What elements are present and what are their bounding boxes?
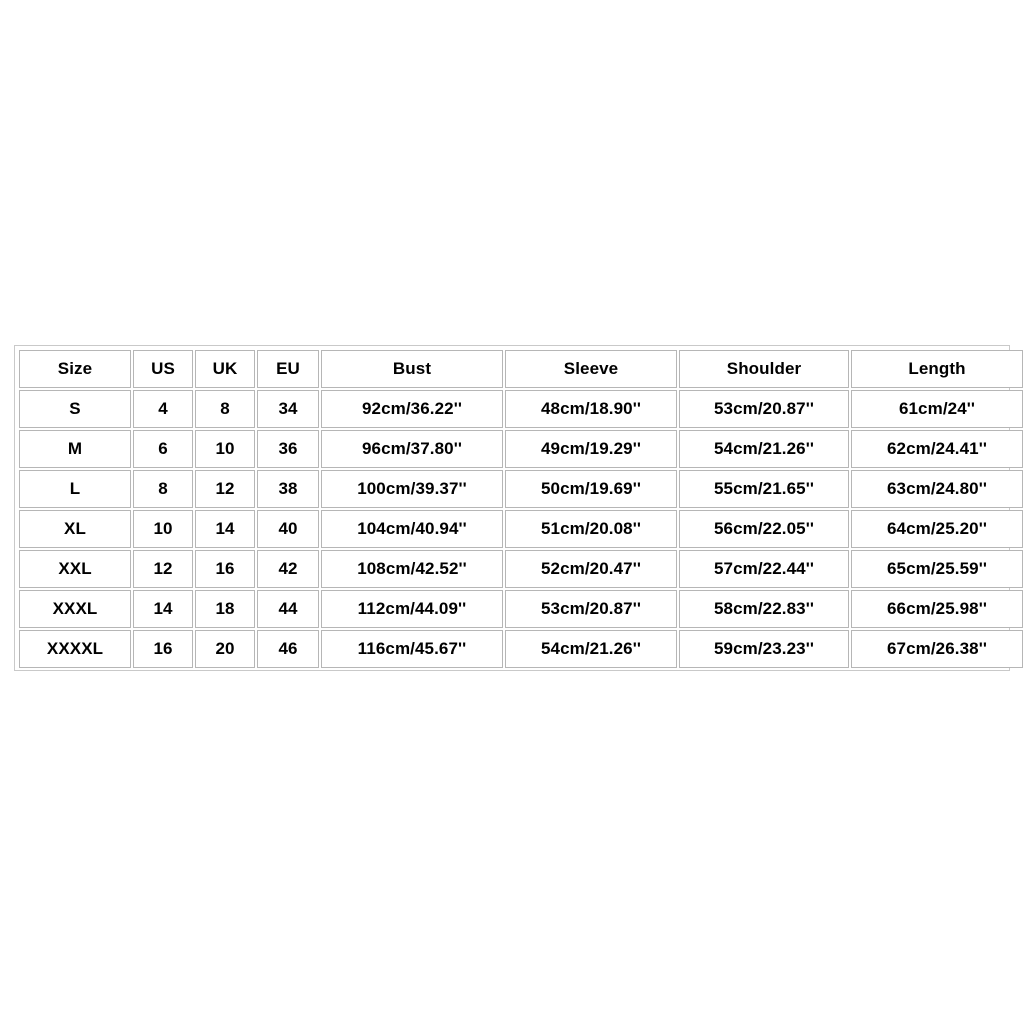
- cell-us: 12: [133, 550, 193, 588]
- table-row: XXL 12 16 42 108cm/42.52'' 52cm/20.47'' …: [19, 550, 1023, 588]
- table-body: S 4 8 34 92cm/36.22'' 48cm/18.90'' 53cm/…: [19, 390, 1023, 668]
- cell-bust: 112cm/44.09'': [321, 590, 503, 628]
- cell-shoulder: 55cm/21.65'': [679, 470, 849, 508]
- column-header-shoulder: Shoulder: [679, 350, 849, 388]
- cell-length: 61cm/24'': [851, 390, 1023, 428]
- cell-sleeve: 48cm/18.90'': [505, 390, 677, 428]
- cell-bust: 108cm/42.52'': [321, 550, 503, 588]
- cell-eu: 46: [257, 630, 319, 668]
- table-header: Size US UK EU Bust Sleeve Shoulder Lengt…: [19, 350, 1023, 388]
- column-header-size: Size: [19, 350, 131, 388]
- cell-eu: 34: [257, 390, 319, 428]
- cell-length: 62cm/24.41'': [851, 430, 1023, 468]
- cell-bust: 96cm/37.80'': [321, 430, 503, 468]
- cell-size: XXXXL: [19, 630, 131, 668]
- cell-us: 16: [133, 630, 193, 668]
- cell-uk: 10: [195, 430, 255, 468]
- cell-size: XXL: [19, 550, 131, 588]
- cell-uk: 16: [195, 550, 255, 588]
- column-header-eu: EU: [257, 350, 319, 388]
- cell-shoulder: 57cm/22.44'': [679, 550, 849, 588]
- cell-size: L: [19, 470, 131, 508]
- cell-length: 63cm/24.80'': [851, 470, 1023, 508]
- cell-bust: 104cm/40.94'': [321, 510, 503, 548]
- cell-eu: 36: [257, 430, 319, 468]
- table-header-row: Size US UK EU Bust Sleeve Shoulder Lengt…: [19, 350, 1023, 388]
- cell-shoulder: 56cm/22.05'': [679, 510, 849, 548]
- column-header-sleeve: Sleeve: [505, 350, 677, 388]
- cell-size: M: [19, 430, 131, 468]
- cell-length: 64cm/25.20'': [851, 510, 1023, 548]
- cell-sleeve: 53cm/20.87'': [505, 590, 677, 628]
- cell-length: 65cm/25.59'': [851, 550, 1023, 588]
- cell-sleeve: 51cm/20.08'': [505, 510, 677, 548]
- table-row: S 4 8 34 92cm/36.22'' 48cm/18.90'' 53cm/…: [19, 390, 1023, 428]
- cell-uk: 20: [195, 630, 255, 668]
- cell-bust: 100cm/39.37'': [321, 470, 503, 508]
- table-row: XXXL 14 18 44 112cm/44.09'' 53cm/20.87''…: [19, 590, 1023, 628]
- cell-uk: 18: [195, 590, 255, 628]
- size-chart-container: Size US UK EU Bust Sleeve Shoulder Lengt…: [14, 345, 1023, 671]
- cell-length: 67cm/26.38'': [851, 630, 1023, 668]
- cell-size: S: [19, 390, 131, 428]
- table-row: M 6 10 36 96cm/37.80'' 49cm/19.29'' 54cm…: [19, 430, 1023, 468]
- cell-shoulder: 59cm/23.23'': [679, 630, 849, 668]
- cell-us: 14: [133, 590, 193, 628]
- column-header-bust: Bust: [321, 350, 503, 388]
- cell-shoulder: 53cm/20.87'': [679, 390, 849, 428]
- column-header-us: US: [133, 350, 193, 388]
- cell-uk: 14: [195, 510, 255, 548]
- table-row: XXXXL 16 20 46 116cm/45.67'' 54cm/21.26'…: [19, 630, 1023, 668]
- cell-shoulder: 54cm/21.26'': [679, 430, 849, 468]
- cell-uk: 12: [195, 470, 255, 508]
- cell-sleeve: 50cm/19.69'': [505, 470, 677, 508]
- cell-bust: 92cm/36.22'': [321, 390, 503, 428]
- cell-us: 8: [133, 470, 193, 508]
- cell-eu: 40: [257, 510, 319, 548]
- cell-uk: 8: [195, 390, 255, 428]
- column-header-length: Length: [851, 350, 1023, 388]
- cell-sleeve: 52cm/20.47'': [505, 550, 677, 588]
- column-header-uk: UK: [195, 350, 255, 388]
- cell-eu: 44: [257, 590, 319, 628]
- cell-us: 4: [133, 390, 193, 428]
- cell-length: 66cm/25.98'': [851, 590, 1023, 628]
- cell-us: 10: [133, 510, 193, 548]
- size-chart-table: Size US UK EU Bust Sleeve Shoulder Lengt…: [17, 348, 1024, 670]
- cell-eu: 38: [257, 470, 319, 508]
- table-row: L 8 12 38 100cm/39.37'' 50cm/19.69'' 55c…: [19, 470, 1023, 508]
- cell-us: 6: [133, 430, 193, 468]
- cell-sleeve: 54cm/21.26'': [505, 630, 677, 668]
- cell-sleeve: 49cm/19.29'': [505, 430, 677, 468]
- cell-eu: 42: [257, 550, 319, 588]
- table-row: XL 10 14 40 104cm/40.94'' 51cm/20.08'' 5…: [19, 510, 1023, 548]
- cell-size: XXXL: [19, 590, 131, 628]
- cell-shoulder: 58cm/22.83'': [679, 590, 849, 628]
- cell-size: XL: [19, 510, 131, 548]
- cell-bust: 116cm/45.67'': [321, 630, 503, 668]
